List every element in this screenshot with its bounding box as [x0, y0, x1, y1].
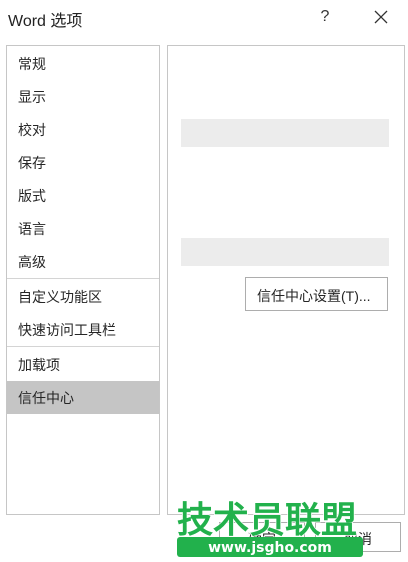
nav-item-proofing[interactable]: 校对 — [7, 113, 159, 146]
section-header-bar — [181, 238, 389, 266]
watermark-logo: 技术员联盟 www.jsgho.com — [176, 499, 363, 557]
nav-item-layout[interactable]: 版式 — [7, 179, 159, 212]
nav-item-label: 高级 — [18, 254, 46, 270]
nav-item-label: 保存 — [18, 155, 46, 171]
nav-item-label: 版式 — [18, 188, 46, 204]
nav-divider — [7, 346, 159, 347]
section-header-bar — [181, 119, 389, 147]
trust-center-settings-button[interactable]: 信任中心设置(T)... — [245, 277, 388, 311]
nav-item-label: 加载项 — [18, 357, 60, 373]
nav-item-save[interactable]: 保存 — [7, 146, 159, 179]
nav-item-customize-ribbon[interactable]: 自定义功能区 — [7, 280, 159, 313]
watermark-text: 技术员联盟 — [177, 500, 357, 541]
trust-center-panel: 信任中心设置(T)... — [167, 45, 405, 515]
nav-item-label: 信任中心 — [18, 390, 74, 406]
nav-item-advanced[interactable]: 高级 — [7, 245, 159, 278]
nav-item-language[interactable]: 语言 — [7, 212, 159, 245]
nav-item-label: 语言 — [18, 221, 46, 237]
nav-item-add-ins[interactable]: 加载项 — [7, 348, 159, 381]
help-button[interactable]: ? — [315, 5, 335, 29]
nav-item-label: 自定义功能区 — [18, 289, 102, 305]
close-icon — [374, 10, 388, 24]
options-category-list: 常规 显示 校对 保存 版式 语言 高级 自定义功能区 快速访问工具栏 加载项 … — [6, 45, 160, 515]
nav-item-label: 快速访问工具栏 — [18, 322, 116, 338]
window-title: Word 选项 — [8, 13, 83, 30]
nav-item-quick-access-toolbar[interactable]: 快速访问工具栏 — [7, 313, 159, 346]
watermark-url: www.jsgho.com — [208, 540, 332, 556]
nav-item-display[interactable]: 显示 — [7, 80, 159, 113]
nav-divider — [7, 278, 159, 279]
title-bar: Word 选项 ? — [0, 0, 408, 36]
trust-center-settings-label: 信任中心设置(T)... — [257, 288, 371, 304]
nav-item-label: 校对 — [18, 122, 46, 138]
nav-item-general[interactable]: 常规 — [7, 47, 159, 80]
close-button[interactable] — [369, 5, 393, 29]
nav-item-trust-center[interactable]: 信任中心 — [7, 381, 159, 414]
nav-item-label: 显示 — [18, 89, 46, 105]
nav-item-label: 常规 — [18, 56, 46, 72]
